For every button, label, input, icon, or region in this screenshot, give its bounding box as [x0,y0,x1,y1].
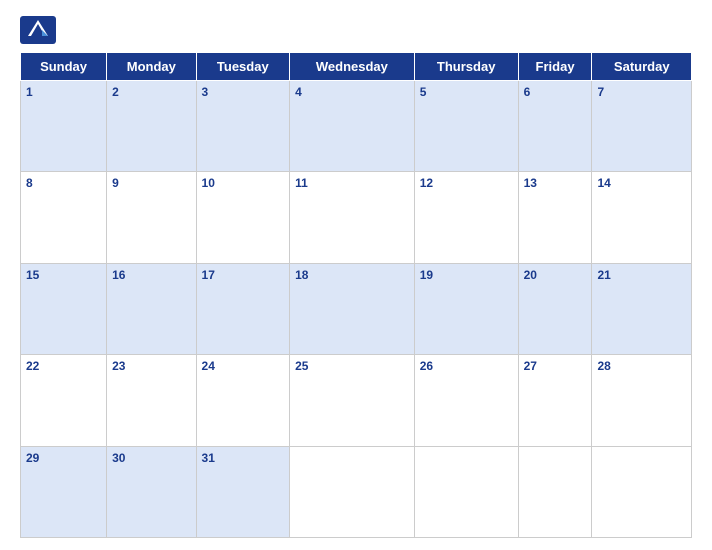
day-number: 4 [295,85,302,99]
day-number: 21 [597,268,610,282]
day-cell-12: 12 [414,172,518,263]
day-number: 30 [112,451,125,465]
day-cell-8: 8 [21,172,107,263]
day-cell-26: 26 [414,355,518,446]
calendar-week-1: 1 2 3 4 5 6 7 [21,81,692,172]
day-cell-29: 29 [21,446,107,537]
day-number: 1 [26,85,33,99]
weekday-tuesday: Tuesday [196,53,290,81]
day-number: 25 [295,359,308,373]
day-cell-25: 25 [290,355,415,446]
empty-cell [414,446,518,537]
weekday-saturday: Saturday [592,53,692,81]
day-number: 27 [524,359,537,373]
calendar-week-5: 29 30 31 [21,446,692,537]
day-number: 18 [295,268,308,282]
day-cell-18: 18 [290,263,415,354]
calendar-header [20,16,692,44]
region-label [592,16,692,20]
empty-cell [518,446,592,537]
day-number: 14 [597,176,610,190]
day-cell-16: 16 [107,263,196,354]
calendar-table: SundayMondayTuesdayWednesdayThursdayFrid… [20,52,692,538]
calendar-week-3: 15 16 17 18 19 20 21 [21,263,692,354]
weekday-monday: Monday [107,53,196,81]
day-number: 11 [295,176,308,190]
day-cell-19: 19 [414,263,518,354]
day-cell-27: 27 [518,355,592,446]
day-number: 28 [597,359,610,373]
day-number: 20 [524,268,537,282]
day-cell-20: 20 [518,263,592,354]
weekday-friday: Friday [518,53,592,81]
day-number: 9 [112,176,119,190]
day-cell-5: 5 [414,81,518,172]
day-cell-7: 7 [592,81,692,172]
day-cell-11: 11 [290,172,415,263]
day-cell-2: 2 [107,81,196,172]
day-number: 22 [26,359,39,373]
day-cell-15: 15 [21,263,107,354]
day-cell-10: 10 [196,172,290,263]
day-cell-3: 3 [196,81,290,172]
day-cell-30: 30 [107,446,196,537]
day-cell-1: 1 [21,81,107,172]
day-number: 26 [420,359,433,373]
weekday-wednesday: Wednesday [290,53,415,81]
weekday-thursday: Thursday [414,53,518,81]
day-cell-6: 6 [518,81,592,172]
day-number: 24 [202,359,215,373]
logo [20,16,56,44]
day-number: 17 [202,268,215,282]
day-number: 2 [112,85,119,99]
day-number: 31 [202,451,215,465]
day-number: 16 [112,268,125,282]
day-cell-31: 31 [196,446,290,537]
empty-cell [290,446,415,537]
day-cell-13: 13 [518,172,592,263]
day-cell-24: 24 [196,355,290,446]
day-number: 13 [524,176,537,190]
weekday-sunday: Sunday [21,53,107,81]
day-number: 12 [420,176,433,190]
day-number: 29 [26,451,39,465]
day-number: 5 [420,85,427,99]
day-cell-22: 22 [21,355,107,446]
day-number: 19 [420,268,433,282]
day-cell-23: 23 [107,355,196,446]
day-cell-14: 14 [592,172,692,263]
empty-cell [592,446,692,537]
day-number: 8 [26,176,33,190]
day-number: 3 [202,85,209,99]
calendar-week-2: 8 9 10 11 12 13 14 [21,172,692,263]
day-cell-17: 17 [196,263,290,354]
logo-icon [20,16,56,44]
day-number: 10 [202,176,215,190]
day-number: 7 [597,85,604,99]
day-number: 6 [524,85,531,99]
day-cell-21: 21 [592,263,692,354]
day-cell-9: 9 [107,172,196,263]
weekday-header-row: SundayMondayTuesdayWednesdayThursdayFrid… [21,53,692,81]
day-number: 15 [26,268,39,282]
day-cell-4: 4 [290,81,415,172]
day-number: 23 [112,359,125,373]
day-cell-28: 28 [592,355,692,446]
calendar-week-4: 22 23 24 25 26 27 28 [21,355,692,446]
